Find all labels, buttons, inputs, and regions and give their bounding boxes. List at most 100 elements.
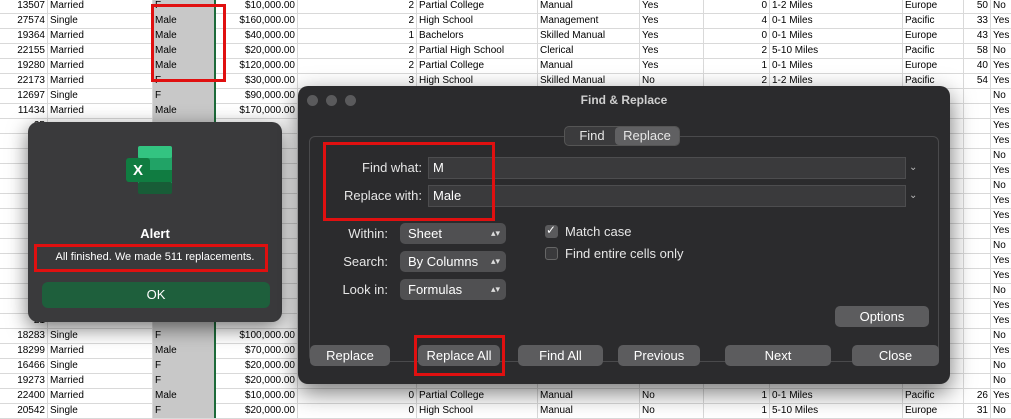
cell-marital-status[interactable]: Single: [48, 13, 153, 28]
cell-purchased-bike[interactable]: No: [991, 358, 1011, 373]
cell-gender[interactable]: F: [153, 73, 216, 88]
cell-age[interactable]: 26: [964, 388, 991, 403]
cell-purchased-bike[interactable]: Yes: [991, 298, 1011, 313]
cell-id[interactable]: 22173: [0, 73, 48, 88]
cell-purchased-bike[interactable]: No: [991, 238, 1011, 253]
cell-purchased-bike[interactable]: Yes: [991, 253, 1011, 268]
cell-home-owner[interactable]: Yes: [640, 13, 704, 28]
cell-income[interactable]: $30,000.00: [216, 73, 298, 88]
cell-gender[interactable]: Male: [153, 388, 216, 403]
cell-purchased-bike[interactable]: Yes: [991, 73, 1011, 88]
cell-commute[interactable]: 0-1 Miles: [770, 13, 903, 28]
cell-purchased-bike[interactable]: No: [991, 0, 1011, 13]
cell-education[interactable]: High School: [417, 403, 538, 418]
cell-occupation[interactable]: Clerical: [538, 43, 640, 58]
cell-marital-status[interactable]: Married: [48, 73, 153, 88]
replace-button[interactable]: Replace: [310, 345, 390, 366]
cell-purchased-bike[interactable]: No: [991, 88, 1011, 103]
cell-age[interactable]: 50: [964, 0, 991, 13]
cell-purchased-bike[interactable]: Yes: [991, 193, 1011, 208]
cell-occupation[interactable]: Skilled Manual: [538, 28, 640, 43]
cell-cars[interactable]: 4: [704, 13, 770, 28]
cell-age[interactable]: 40: [964, 58, 991, 73]
cell-purchased-bike[interactable]: Yes: [991, 28, 1011, 43]
cell-age[interactable]: [964, 88, 991, 103]
cell-income[interactable]: $20,000.00: [216, 43, 298, 58]
cell-age[interactable]: [964, 358, 991, 373]
cell-id[interactable]: 20542: [0, 403, 48, 418]
cell-marital-status[interactable]: Single: [48, 88, 153, 103]
cell-commute[interactable]: 5-10 Miles: [770, 403, 903, 418]
cell-purchased-bike[interactable]: Yes: [991, 118, 1011, 133]
cell-gender[interactable]: Male: [153, 13, 216, 28]
cell-purchased-bike[interactable]: Yes: [991, 208, 1011, 223]
cell-age[interactable]: [964, 133, 991, 148]
cell-home-owner[interactable]: No: [640, 388, 704, 403]
tab-find[interactable]: Find: [571, 127, 613, 145]
table-row[interactable]: 13507 Married F $10,000.00 2 Partial College M…: [0, 0, 1011, 14]
cell-purchased-bike[interactable]: No: [991, 148, 1011, 163]
cell-purchased-bike[interactable]: No: [991, 283, 1011, 298]
cell-purchased-bike[interactable]: Yes: [991, 133, 1011, 148]
cell-income[interactable]: $20,000.00: [216, 373, 298, 388]
cell-income[interactable]: $40,000.00: [216, 28, 298, 43]
cell-children[interactable]: 1: [298, 28, 417, 43]
cell-education[interactable]: High School: [417, 13, 538, 28]
cell-purchased-bike[interactable]: Yes: [991, 13, 1011, 28]
cell-marital-status[interactable]: Married: [48, 373, 153, 388]
cell-children[interactable]: 2: [298, 58, 417, 73]
cell-id[interactable]: 22155: [0, 43, 48, 58]
next-button[interactable]: Next: [725, 345, 831, 366]
cell-gender[interactable]: Male: [153, 43, 216, 58]
find-what-input[interactable]: M ⌄: [428, 157, 917, 179]
cell-age[interactable]: [964, 178, 991, 193]
cell-id[interactable]: 16466: [0, 358, 48, 373]
cell-purchased-bike[interactable]: Yes: [991, 58, 1011, 73]
cell-home-owner[interactable]: Yes: [640, 0, 704, 13]
cell-occupation[interactable]: Manual: [538, 58, 640, 73]
cell-income[interactable]: $20,000.00: [216, 358, 298, 373]
table-row[interactable]: 22400 Married Male $10,000.00 0 Partial Colle…: [0, 388, 1011, 404]
cell-id[interactable]: 19364: [0, 28, 48, 43]
cell-marital-status[interactable]: Married: [48, 103, 153, 118]
cell-gender[interactable]: Male: [153, 58, 216, 73]
cell-purchased-bike[interactable]: No: [991, 328, 1011, 343]
cell-purchased-bike[interactable]: Yes: [991, 268, 1011, 283]
replace-all-button[interactable]: Replace All: [418, 345, 500, 366]
cell-cars[interactable]: 0: [704, 28, 770, 43]
cell-age[interactable]: [964, 238, 991, 253]
cell-marital-status[interactable]: Married: [48, 343, 153, 358]
cell-age[interactable]: [964, 373, 991, 388]
cell-age[interactable]: 31: [964, 403, 991, 418]
cell-purchased-bike[interactable]: Yes: [991, 313, 1011, 328]
cell-children[interactable]: 0: [298, 388, 417, 403]
cell-education[interactable]: Partial High School: [417, 43, 538, 58]
cell-age[interactable]: [964, 208, 991, 223]
cell-commute[interactable]: 0-1 Miles: [770, 58, 903, 73]
cell-income[interactable]: $70,000.00: [216, 343, 298, 358]
cell-occupation[interactable]: Manual: [538, 0, 640, 13]
cell-age[interactable]: [964, 118, 991, 133]
cell-gender[interactable]: F: [153, 0, 216, 13]
table-row[interactable]: 19280 Married Male $120,000.00 2 Partial Coll…: [0, 58, 1011, 74]
cell-region[interactable]: Europe: [903, 28, 964, 43]
cell-children[interactable]: 0: [298, 403, 417, 418]
look-in-select[interactable]: Formulas ▴▾: [400, 279, 506, 300]
cell-age[interactable]: [964, 283, 991, 298]
chevron-down-icon[interactable]: ⌄: [909, 186, 921, 206]
cell-id[interactable]: 27574: [0, 13, 48, 28]
cell-region[interactable]: Europe: [903, 58, 964, 73]
cell-occupation[interactable]: Management: [538, 13, 640, 28]
cell-gender[interactable]: F: [153, 88, 216, 103]
cell-occupation[interactable]: Manual: [538, 388, 640, 403]
cell-income[interactable]: $170,000.00: [216, 103, 298, 118]
table-row[interactable]: 27574 Single Male $160,000.00 2 High School Ma…: [0, 13, 1011, 29]
cell-id[interactable]: 18299: [0, 343, 48, 358]
cell-marital-status[interactable]: Married: [48, 28, 153, 43]
search-select[interactable]: By Columns ▴▾: [400, 251, 506, 272]
cell-home-owner[interactable]: Yes: [640, 28, 704, 43]
cell-purchased-bike[interactable]: No: [991, 403, 1011, 418]
find-all-button[interactable]: Find All: [518, 345, 603, 366]
options-button[interactable]: Options: [835, 306, 929, 327]
cell-income[interactable]: $20,000.00: [216, 403, 298, 418]
